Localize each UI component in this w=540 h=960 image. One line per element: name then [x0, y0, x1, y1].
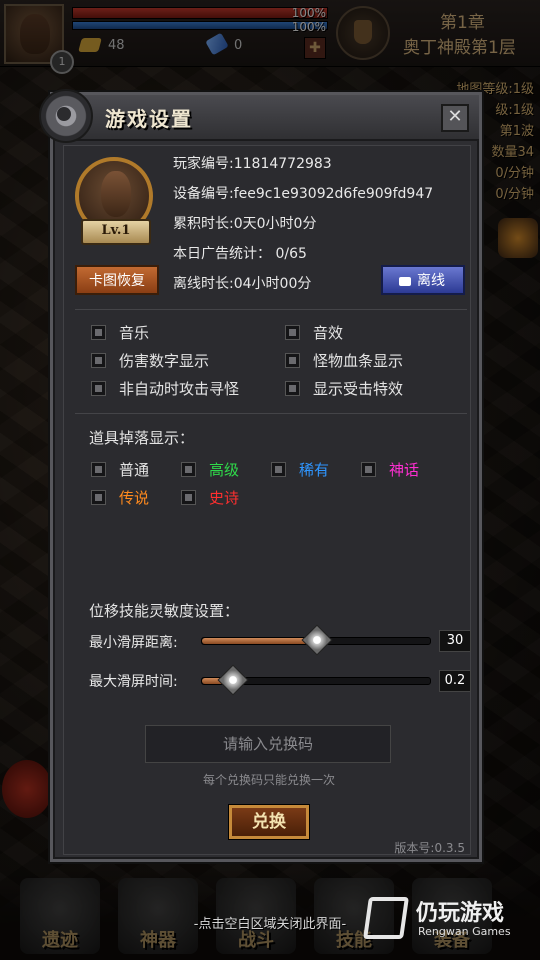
- ad-stats: 本日广告统计： 0/65: [173, 246, 307, 262]
- max-swipe-time-slider[interactable]: [201, 664, 431, 696]
- option-label: 怪物血条显示: [313, 352, 404, 370]
- damage-numbers-checkbox[interactable]: [91, 353, 106, 368]
- redeem-hint: 每个兑换码只能兑换一次: [202, 773, 335, 787]
- logo-icon: [363, 897, 409, 939]
- drop-label: 普通: [119, 461, 150, 479]
- slider-value: 30: [439, 630, 471, 652]
- slider-fill: [202, 638, 316, 644]
- avatar-level-badge: Lv.1: [81, 219, 151, 245]
- camera-icon: [399, 276, 411, 286]
- settings-dialog: 游戏设置 ✕ Lv.1 玩家编号:11814772983 设备编号:fee9c1…: [39, 89, 482, 862]
- offline-label: 离线: [417, 273, 445, 289]
- drop-common-checkbox[interactable]: [91, 462, 106, 477]
- redeem-button[interactable]: 兑换: [229, 805, 309, 839]
- slider-label: 最大滑屏时间:: [89, 674, 178, 690]
- version-label: 版本号:0.3.5: [394, 841, 465, 855]
- divider: [75, 413, 467, 414]
- divider: [75, 309, 467, 310]
- watermark-cn: 仍玩游戏: [416, 901, 505, 926]
- drop-rare-checkbox[interactable]: [271, 462, 286, 477]
- device-id: 设备编号:fee9c1e93092d6fe909fd947: [173, 186, 434, 202]
- watermark-en: Rengwan Games: [418, 925, 511, 938]
- auto-target-checkbox[interactable]: [91, 381, 106, 396]
- watermark-logo: 仍玩游戏 Rengwan Games: [363, 895, 536, 945]
- hit-effect-checkbox[interactable]: [285, 381, 300, 396]
- option-label: 显示受击特效: [313, 380, 404, 398]
- redeem-code-input[interactable]: [145, 725, 391, 763]
- dialog-title: 游戏设置: [105, 107, 193, 131]
- drop-label: 稀有: [299, 461, 330, 479]
- drop-mythic-checkbox[interactable]: [361, 462, 376, 477]
- dialog-header: 游戏设置 ✕: [39, 89, 479, 143]
- drop-label: 史诗: [209, 489, 240, 507]
- drop-advanced-checkbox[interactable]: [181, 462, 196, 477]
- drop-legendary-checkbox[interactable]: [91, 490, 106, 505]
- gear-icon: [39, 89, 93, 143]
- close-button[interactable]: ✕: [441, 104, 469, 132]
- option-label: 伤害数字显示: [119, 352, 210, 370]
- player-id: 玩家编号:11814772983: [173, 156, 332, 172]
- option-label: 音效: [313, 324, 344, 342]
- slider-value: 0.2: [439, 670, 471, 692]
- sound-checkbox[interactable]: [285, 325, 300, 340]
- restore-map-button[interactable]: 卡图恢复: [75, 265, 159, 295]
- drop-label: 高级: [209, 461, 240, 479]
- drop-label: 传说: [119, 489, 150, 507]
- sensitivity-title: 位移技能灵敏度设置：: [89, 602, 240, 620]
- offline-button[interactable]: 离线: [381, 265, 465, 295]
- total-play-time: 累积时长:0天0小时0分: [173, 216, 317, 232]
- monster-hp-checkbox[interactable]: [285, 353, 300, 368]
- offline-time: 离线时长:04小时00分: [173, 276, 312, 292]
- option-label: 非自动时攻击寻怪: [119, 380, 240, 398]
- option-label: 音乐: [119, 324, 150, 342]
- slider-label: 最小滑屏距离:: [89, 635, 178, 651]
- music-checkbox[interactable]: [91, 325, 106, 340]
- drop-epic-checkbox[interactable]: [181, 490, 196, 505]
- drop-display-title: 道具掉落显示：: [89, 429, 195, 447]
- min-swipe-distance-slider[interactable]: [201, 624, 431, 656]
- drop-label: 神话: [389, 461, 420, 479]
